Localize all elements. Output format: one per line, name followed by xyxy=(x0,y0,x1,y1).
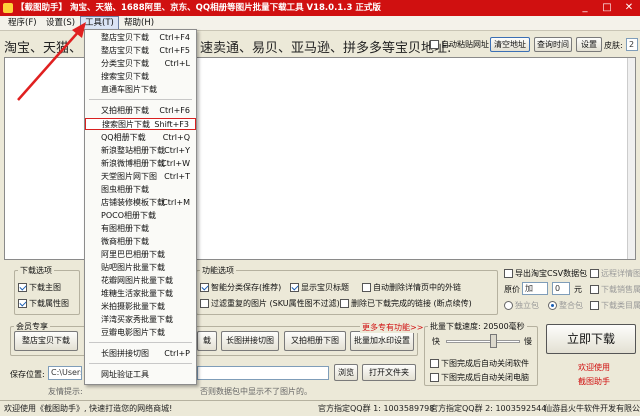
independent-package-radio[interactable]: 独立包 xyxy=(504,300,539,311)
save-path-input-tail[interactable] xyxy=(197,366,329,380)
menu-item-whole-store-1[interactable]: 整店宝贝下载 Ctrl+F4 xyxy=(85,32,196,44)
status-qq-group-2: 官方指定QQ群 2: 1003592544 xyxy=(430,404,547,413)
menu-item-tuchong[interactable]: 图虫相册下载 xyxy=(85,184,196,196)
minimize-button[interactable]: _ xyxy=(574,1,596,15)
tools-dropdown-menu: 整店宝贝下载 Ctrl+F4 整店宝贝下载 Ctrl+F5 分类宝贝下载 Ctrl+L… xyxy=(84,29,197,385)
show-title-checkbox[interactable]: 显示宝贝标题 xyxy=(290,282,349,293)
save-location-label: 保存位置: xyxy=(10,370,45,379)
speed-title: 批量下载速度: 20500毫秒 xyxy=(428,321,527,332)
batch-watermark-button[interactable]: 批量加水印设置 xyxy=(350,331,414,351)
menu-item-url-validate[interactable]: 网址验证工具 xyxy=(85,369,196,381)
attr-image-checkbox[interactable]: 下载属性图 xyxy=(18,298,69,309)
price-label: 原价 xyxy=(504,285,520,294)
menu-item-sina-weibo[interactable]: 新浪微博相册下载 Ctrl+W xyxy=(85,158,196,170)
browse-button[interactable]: 浏览 xyxy=(334,364,358,381)
menu-item-store-template[interactable]: 店铺装修模板下载 Ctrl+M xyxy=(85,197,196,209)
menu-item-mipai[interactable]: 米拍摄影批量下载 xyxy=(85,301,196,313)
menu-item-qq-album[interactable]: QQ相册下载 Ctrl+Q xyxy=(85,132,196,144)
menu-program[interactable]: 程序(F) xyxy=(4,16,41,31)
menu-settings[interactable]: 设置(S) xyxy=(42,16,79,31)
speed-slider-handle[interactable] xyxy=(490,334,497,348)
status-company: 仙游县火牛软件开发有限公司 xyxy=(544,404,640,413)
long-image-stitch-button[interactable]: 长图拼接切图 xyxy=(221,331,279,351)
close-button[interactable]: ✕ xyxy=(618,1,640,15)
maximize-button[interactable]: □ xyxy=(596,1,618,15)
menu-item-douban[interactable]: 豆瓣电影图片下载 xyxy=(85,327,196,339)
menu-item-duitang[interactable]: 堆糖生活家批量下载 xyxy=(85,288,196,300)
menu-item-weishang[interactable]: 微商相册下载 xyxy=(85,236,196,248)
skin-input[interactable]: 2 xyxy=(626,38,638,51)
more-features-link[interactable]: 更多专有功能>> xyxy=(360,322,426,333)
url-scrollbar[interactable] xyxy=(627,58,635,259)
member-download-button[interactable]: 载 xyxy=(197,331,217,351)
menu-item-category[interactable]: 分类宝贝下载 Ctrl+L xyxy=(85,58,196,70)
export-csv-checkbox[interactable]: 导出淘宝CSV数据包 xyxy=(504,268,587,279)
menu-item-ivsky[interactable]: 天堂图片网下图 Ctrl+T xyxy=(85,171,196,183)
status-bar: 欢迎使用《截图助手》, 快速打造您的网络商城! 官方指定QQ群 1: 10035… xyxy=(0,400,640,416)
welcome-app-name: 截图助手 xyxy=(578,377,610,386)
menu-item-ztc[interactable]: 直通车图片下载 xyxy=(85,84,196,96)
menu-separator xyxy=(89,342,192,343)
delete-finished-checkbox[interactable]: 删除已下载完成的链接 (断点续传) xyxy=(340,298,472,309)
main-image-checkbox[interactable]: 下载主图 xyxy=(18,282,61,293)
download-sales-attr-checkbox[interactable]: 下载销售属性 xyxy=(590,284,640,295)
menu-separator xyxy=(89,99,192,100)
menu-item-search-product[interactable]: 搜索宝贝下载 xyxy=(85,71,196,83)
speed-slow-label: 慢 xyxy=(524,337,532,346)
speed-fast-label: 快 xyxy=(432,337,440,346)
speed-slider-track[interactable] xyxy=(446,340,520,343)
query-time-button[interactable]: 查询时间 xyxy=(534,37,572,52)
download-category-attr-checkbox[interactable]: 下载类目属性 xyxy=(590,300,640,311)
menu-item-buyer-show[interactable]: 洋湾买家秀批量下载 xyxy=(85,314,196,326)
menu-item-youpai[interactable]: 又拍相册下载 Ctrl+F6 xyxy=(85,105,196,117)
function-options-title: 功能选项 xyxy=(200,265,236,276)
auto-shutdown-checkbox[interactable]: 下图完成后自动关闭电脑 xyxy=(430,372,529,383)
app-icon xyxy=(3,3,13,13)
download-options-title: 下载选项 xyxy=(18,265,54,276)
whole-store-download-button[interactable]: 整店宝贝下载 xyxy=(14,331,78,351)
menu-item-youtu[interactable]: 有图相册下载 xyxy=(85,223,196,235)
title-bar: 【截图助手】 淘宝、天猫、1688阿里、京东、QQ相册等图片批量下载工具 V18… xyxy=(0,0,640,16)
price-mode-select[interactable]: 加 xyxy=(522,282,548,295)
remote-detail-checkbox[interactable]: 远程详情图 xyxy=(590,268,640,279)
download-now-button[interactable]: 立即下载 xyxy=(546,324,636,354)
price-amount-input[interactable]: 0 xyxy=(552,282,570,295)
save-path-input[interactable]: C:\Users xyxy=(48,366,82,380)
menu-item-sina-album[interactable]: 新浪整站相册下载 Ctrl+Y xyxy=(85,145,196,157)
open-folder-button[interactable]: 打开文件夹 xyxy=(362,364,416,381)
clear-url-button[interactable]: 清空地址 xyxy=(490,37,530,52)
youpai-album-button[interactable]: 又拍相册下图 xyxy=(284,331,346,351)
auto-paste-checkbox[interactable]: 自动粘贴网址 xyxy=(430,39,489,50)
settings-button[interactable]: 设置 xyxy=(576,37,602,52)
url-prompt-tail: 速卖通、易贝、亚马逊、拼多多等宝贝地址: xyxy=(200,41,452,56)
status-qq-group-1: 官方指定QQ群 1: 1003589798 xyxy=(318,404,435,413)
status-welcome: 欢迎使用《截图助手》, 快速打造您的网络商城! xyxy=(4,404,173,413)
menu-item-alibaba[interactable]: 阿里巴巴相册下载 xyxy=(85,249,196,261)
url-prompt: 淘宝、天猫、 xyxy=(4,41,83,56)
welcome-text: 欢迎使用 xyxy=(578,363,610,372)
smart-classify-checkbox[interactable]: 智能分类保存(推荐) xyxy=(200,282,281,293)
auto-delete-link-checkbox[interactable]: 自动删除详情页中的外链 xyxy=(362,282,461,293)
menu-item-whole-store-2[interactable]: 整店宝贝下载 Ctrl+F5 xyxy=(85,45,196,57)
skin-label: 皮肤: xyxy=(604,41,623,50)
menu-separator xyxy=(89,363,192,364)
auto-close-software-checkbox[interactable]: 下图完成后自动关闭软件 xyxy=(430,358,529,369)
merged-package-radio[interactable]: 整合包 xyxy=(548,300,583,311)
hint-label: 友情提示: xyxy=(48,387,83,396)
window-title: 【截图助手】 淘宝、天猫、1688阿里、京东、QQ相册等图片批量下载工具 V18… xyxy=(16,3,381,13)
menu-item-huaban[interactable]: 花瓣网图片批量下载 xyxy=(85,275,196,287)
filter-duplicate-checkbox[interactable]: 过滤重复的图片 (SKU属性图不过滤) xyxy=(200,298,340,309)
menu-item-search-image[interactable]: 搜索图片下载 Shift+F3 xyxy=(85,118,196,130)
menu-item-poco[interactable]: POCO相册下载 xyxy=(85,210,196,222)
price-unit: 元 xyxy=(574,285,582,294)
menu-item-long-image[interactable]: 长图拼接切图 Ctrl+P xyxy=(85,348,196,360)
menu-item-tieba[interactable]: 贴吧图片批量下载 xyxy=(85,262,196,274)
hint-text: 否则数据包中显示不了图片的。 xyxy=(200,387,312,396)
